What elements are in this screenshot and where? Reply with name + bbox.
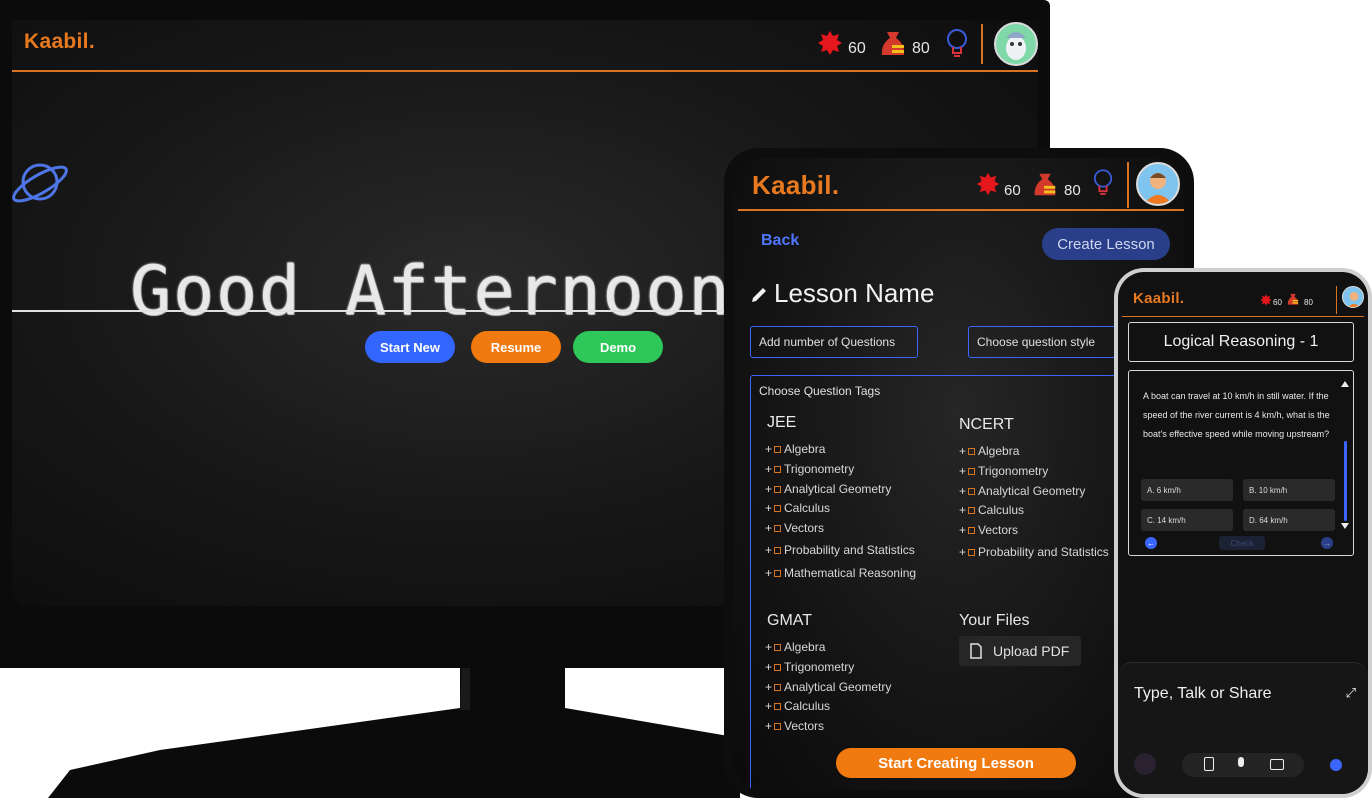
chat-input[interactable]: Type, Talk or Share [1134,685,1272,703]
tag-checkbox[interactable]: + Analytical Geometry [765,680,891,694]
tablet-coins-count: 80 [1064,182,1081,199]
money-bag-icon [1287,293,1299,305]
resume-button[interactable]: Resume [471,331,561,363]
phone-screen: Kaabil. 60 80 Logical Reasoning - 1 A bo… [1118,272,1368,794]
question-text: A boat can travel at 10 km/h in still wa… [1143,391,1330,439]
tag-checkbox[interactable]: + Algebra [959,444,1019,458]
gmat-group-title: GMAT [767,612,813,629]
pencil-icon [752,288,766,302]
planet-icon [12,163,68,203]
tag-checkbox[interactable]: + Vectors [765,719,824,733]
tag-checkbox[interactable]: + Trigonometry [959,464,1048,478]
phone-coins-count: 80 [1304,298,1313,307]
burst-badge-icon [818,31,842,55]
expand-icon[interactable]: ⤢ [1346,685,1356,701]
tag-checkbox[interactable]: + Algebra [765,640,825,654]
scrollbar-thumb[interactable] [1344,441,1347,521]
next-arrow-icon[interactable]: → [1321,537,1333,549]
quiz-title: Logical Reasoning - 1 [1128,322,1354,362]
lightbulb-icon[interactable] [946,28,968,60]
burst-badge-icon [976,172,1000,196]
brand-logo[interactable]: Kaabil. [24,30,95,54]
chat-input-panel: Type, Talk or Share ⤢ [1118,662,1368,794]
jee-group-title: JEE [767,414,797,431]
tag-checkbox[interactable]: + Calculus [765,501,830,515]
header-underline [738,209,1184,211]
tag-checkbox[interactable]: + Algebra [765,442,825,456]
question-card: A boat can travel at 10 km/h in still wa… [1128,370,1354,556]
demo-button[interactable]: Demo [573,331,663,363]
option-c[interactable]: C. 14 km/h [1141,509,1233,531]
tag-checkbox[interactable]: + Calculus [765,699,830,713]
start-creating-lesson-button[interactable]: Start Creating Lesson [836,748,1076,778]
option-b[interactable]: B. 10 km/h [1243,479,1335,501]
document-icon [970,643,982,659]
num-questions-input[interactable]: Add number of Questions [750,326,918,358]
avatar[interactable] [994,22,1038,66]
attach-file-icon[interactable] [1204,757,1214,771]
tags-label: Choose Question Tags [759,384,881,398]
check-button[interactable]: Check [1219,536,1265,550]
media-toolbar [1182,753,1304,777]
upload-pdf-button[interactable]: Upload PDF [959,636,1081,666]
phone-brand-logo[interactable]: Kaabil. [1133,290,1184,307]
tag-checkbox[interactable]: + Probability and Statistics [765,543,915,557]
avatar-icon [1144,173,1172,204]
coins-count: 80 [912,40,930,57]
phone-avatar[interactable] [1342,286,1364,308]
scroll-down-arrow-icon[interactable] [1341,523,1349,529]
tag-checkbox[interactable]: + Analytical Geometry [765,482,891,496]
avatar-icon [1348,291,1360,307]
tag-checkbox[interactable]: + Mathematical Reasoning [765,566,916,580]
lesson-name-title[interactable]: Lesson Name [774,278,934,309]
start-new-button[interactable]: Start New [365,331,455,363]
scroll-up-arrow-icon[interactable] [1341,381,1349,387]
header-divider [981,24,983,64]
chalk-underline [12,310,732,312]
upload-pdf-label: Upload PDF [993,643,1070,659]
prev-arrow-icon[interactable]: ← [1145,537,1157,549]
tag-checkbox[interactable]: + Vectors [959,523,1018,537]
money-bag-icon [881,32,905,55]
back-link[interactable]: Back [761,232,799,250]
header-underline [1122,316,1364,317]
send-icon[interactable] [1330,759,1342,771]
tag-checkbox[interactable]: + Trigonometry [765,462,854,476]
money-bag-icon [1034,173,1056,196]
create-lesson-button[interactable]: Create Lesson [1042,228,1170,260]
ncert-group-title: NCERT [959,416,1014,433]
tag-checkbox[interactable]: + Analytical Geometry [959,484,1085,498]
tag-checkbox[interactable]: + Trigonometry [765,660,854,674]
tag-checkbox[interactable]: + Vectors [765,521,824,535]
tablet-avatar[interactable] [1136,162,1180,206]
header-underline [12,70,1038,72]
microphone-icon[interactable] [1238,757,1244,767]
your-files-title: Your Files [959,612,1030,629]
option-d[interactable]: D. 64 km/h [1243,509,1335,531]
tablet-brand-logo[interactable]: Kaabil. [752,170,839,201]
phone-badge-count: 60 [1273,298,1282,307]
lightbulb-icon[interactable] [1093,168,1113,198]
option-a[interactable]: A. 6 km/h [1141,479,1233,501]
tag-checkbox[interactable]: + Probability and Statistics [959,545,1109,559]
tag-checkbox[interactable]: + Calculus [959,503,1024,517]
tablet-badge-count: 60 [1004,182,1021,199]
burst-badge-icon [1260,294,1272,306]
user-thumbnail[interactable] [1134,753,1156,775]
badge-count: 60 [848,40,866,57]
camera-icon[interactable] [1270,759,1284,770]
header-divider [1336,286,1337,314]
avatar-icon [1006,32,1026,60]
header-divider [1127,162,1129,208]
phone-device: Kaabil. 60 80 Logical Reasoning - 1 A bo… [1114,268,1372,798]
